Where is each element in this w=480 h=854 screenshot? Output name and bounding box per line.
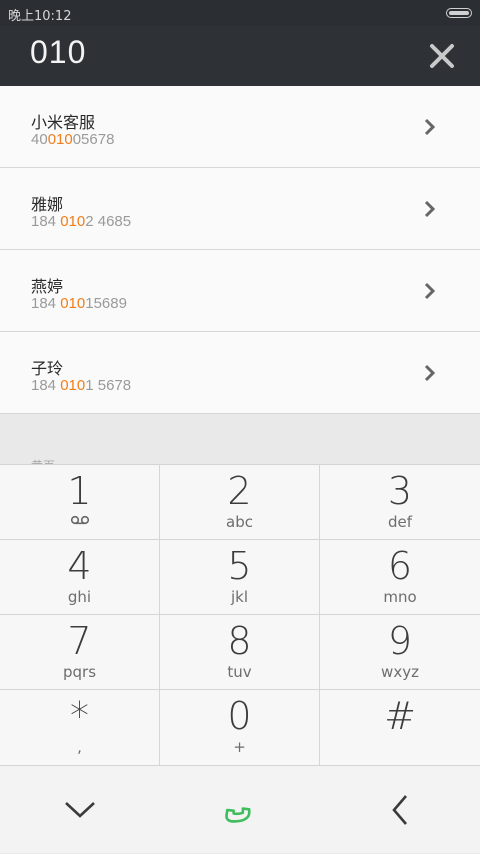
key-6[interactable]: 6 mno — [320, 540, 480, 615]
key-letters: wxyz — [381, 663, 419, 681]
chevron-right-icon[interactable] — [424, 364, 436, 382]
key-0[interactable]: 0 + — [160, 690, 320, 765]
number-match: 010 — [60, 295, 86, 312]
key-letters: mno — [383, 588, 417, 606]
dialed-number: 010 — [30, 34, 87, 70]
number-match: 010 — [60, 377, 86, 394]
key-digit: 6 — [387, 544, 413, 588]
contact-number: 184 0102 4685 — [31, 213, 132, 230]
close-icon — [430, 44, 454, 68]
search-results: 小米客服 4001005678 雅娜 184 0102 4685 燕婷 184 … — [0, 86, 480, 414]
key-letters: tuv — [227, 663, 252, 681]
key-digit: 4 — [67, 544, 92, 588]
contact-row[interactable]: 燕婷 184 01015689 — [0, 250, 480, 332]
key-digit: # — [384, 694, 416, 738]
contact-name: 雅娜 — [31, 195, 64, 214]
dial-header: 010 — [0, 26, 480, 86]
key-star[interactable]: * , — [0, 690, 160, 765]
key-2[interactable]: 2 abc — [160, 465, 320, 540]
collapse-keypad-button[interactable] — [0, 766, 160, 854]
contact-name: 子玲 — [31, 359, 64, 378]
contact-row[interactable]: 子玲 184 0101 5678 — [0, 332, 480, 414]
key-7[interactable]: 7 pqrs — [0, 615, 160, 690]
contact-number: 4001005678 — [31, 131, 115, 148]
dial-keypad: 1 2 abc 3 def 4 ghi 5 jkl 6 mno 7 pqrs 8… — [0, 464, 480, 765]
key-letters: , — [77, 738, 82, 756]
key-4[interactable]: 4 ghi — [0, 540, 160, 615]
key-digit: 8 — [227, 619, 252, 663]
key-5[interactable]: 5 jkl — [160, 540, 320, 615]
status-time: 晚上10:12 — [8, 9, 72, 24]
key-letters: pqrs — [62, 663, 97, 681]
voicemail-icon — [70, 515, 90, 525]
status-bar: 晚上10:12 — [0, 0, 480, 26]
chevron-right-icon[interactable] — [424, 118, 436, 136]
key-digit: * — [70, 694, 89, 738]
key-letters: ghi — [67, 588, 92, 606]
number-match: 010 — [60, 213, 86, 230]
battery-icon — [446, 8, 472, 18]
key-digit: 1 — [67, 469, 92, 513]
chevron-right-icon[interactable] — [424, 200, 436, 218]
key-digit: 7 — [67, 619, 92, 663]
number-match: 010 — [47, 131, 73, 148]
contact-row[interactable]: 小米客服 4001005678 — [0, 86, 480, 168]
key-hash[interactable]: # — [320, 690, 480, 765]
key-digit: 3 — [387, 469, 413, 513]
contact-name: 燕婷 — [31, 277, 64, 296]
key-1[interactable]: 1 — [0, 465, 160, 540]
bottom-action-bar — [0, 765, 480, 853]
key-letters: jkl — [230, 588, 249, 606]
key-digit: 2 — [227, 469, 252, 513]
key-3[interactable]: 3 def — [320, 465, 480, 540]
chevron-right-icon[interactable] — [424, 282, 436, 300]
contact-number: 184 01015689 — [31, 295, 127, 312]
contact-row[interactable]: 雅娜 184 0102 4685 — [0, 168, 480, 250]
key-9[interactable]: 9 wxyz — [320, 615, 480, 690]
key-digit: 9 — [387, 619, 413, 663]
phone-icon — [225, 807, 251, 823]
contact-number: 184 0101 5678 — [31, 377, 132, 394]
section-label: 黄页 — [31, 457, 91, 464]
call-button[interactable] — [160, 766, 320, 854]
key-letters: abc — [226, 513, 253, 531]
key-8[interactable]: 8 tuv — [160, 615, 320, 690]
key-letters: + — [233, 738, 246, 756]
clear-button[interactable] — [424, 38, 460, 74]
key-digit: 0 — [227, 694, 252, 738]
back-button[interactable] — [320, 766, 480, 854]
chevron-down-icon — [65, 802, 95, 818]
contact-name: 小米客服 — [31, 113, 96, 132]
chevron-left-icon — [392, 795, 407, 825]
key-digit: 5 — [227, 544, 252, 588]
key-letters: def — [387, 513, 413, 531]
